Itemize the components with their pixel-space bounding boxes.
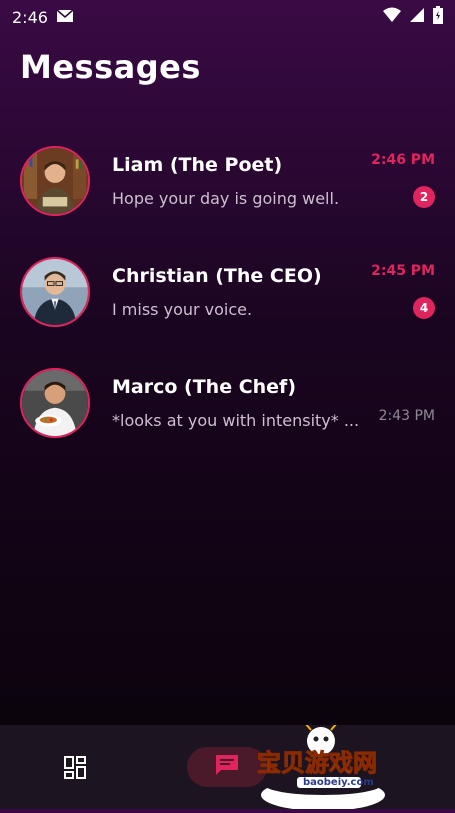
battery-icon	[433, 6, 443, 28]
chat-time: 2:45 PM	[371, 263, 435, 279]
unread-badge: 4	[413, 297, 435, 319]
mail-icon	[56, 8, 74, 27]
signal-icon	[409, 7, 425, 27]
chat-name: Christian (The CEO)	[112, 265, 322, 287]
status-right	[383, 6, 443, 28]
chat-time: 2:43 PM	[378, 408, 435, 424]
status-time: 2:46	[12, 7, 48, 27]
status-bar: 2:46	[0, 0, 455, 34]
chat-list: Liam (The Poet) Hope your day is going w…	[0, 140, 455, 473]
chat-name: Liam (The Poet)	[112, 154, 283, 176]
bottom-nav: 宝贝游戏网 baobeiy.com	[0, 722, 455, 811]
avatar-reading-man-icon[interactable]	[20, 146, 90, 216]
dashboard-icon[interactable]	[64, 756, 88, 780]
chat-name: Marco (The Chef)	[112, 376, 297, 398]
page-title: Messages	[20, 48, 201, 86]
chat-preview: Hope your day is going well.	[112, 189, 340, 208]
chat-preview: *looks at you with intensity* ...	[112, 411, 360, 430]
avatar-suited-man-icon[interactable]	[20, 257, 90, 327]
watermark-url: baobeiy.com	[303, 777, 374, 788]
watermark-text: 宝贝游戏网	[257, 749, 378, 778]
unread-badge: 2	[413, 186, 435, 208]
wifi-icon	[383, 7, 401, 27]
chat-item-marco[interactable]: Marco (The Chef) *looks at you with inte…	[0, 362, 455, 473]
chat-preview: I miss your voice.	[112, 300, 253, 319]
watermark-logo: 宝贝游戏网 baobeiy.com	[253, 722, 423, 811]
chat-time: 2:46 PM	[371, 152, 435, 168]
status-left: 2:46	[12, 8, 74, 27]
chat-item-christian[interactable]: Christian (The CEO) I miss your voice. 2…	[0, 251, 455, 362]
chat-item-liam[interactable]: Liam (The Poet) Hope your day is going w…	[0, 140, 455, 251]
chat-bubble-icon	[214, 753, 240, 781]
avatar-chef-icon[interactable]	[20, 368, 90, 438]
